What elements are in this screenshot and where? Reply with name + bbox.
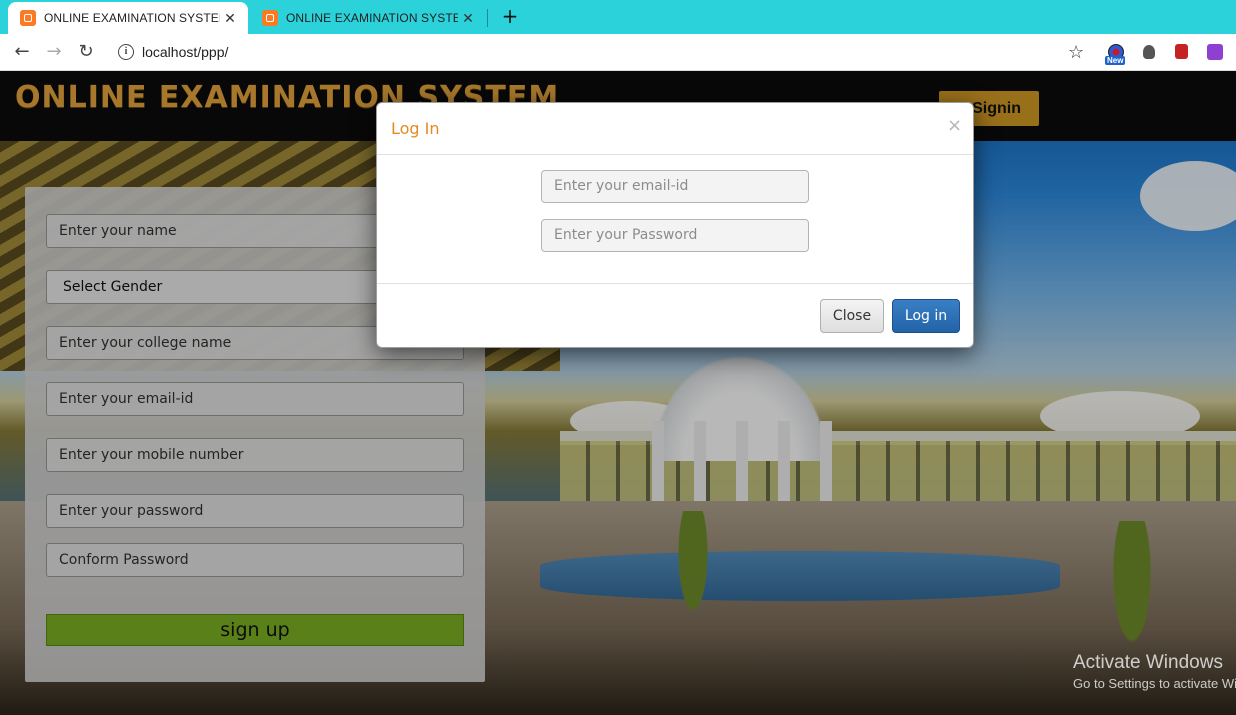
- modal-close-icon[interactable]: ×: [947, 115, 962, 136]
- browser-tab-active[interactable]: ONLINE EXAMINATION SYSTEM ✕: [8, 2, 248, 34]
- login-modal: Log In × Enter your email-id Enter your …: [376, 102, 974, 348]
- xampp-favicon-icon: [262, 10, 278, 26]
- xampp-favicon-icon: [20, 10, 36, 26]
- modal-title: Log In: [391, 119, 440, 138]
- browser-tab-inactive[interactable]: ONLINE EXAMINATION SYSTEM ✕: [250, 2, 486, 34]
- modal-divider: [377, 283, 973, 284]
- login-button[interactable]: Log in: [892, 299, 960, 333]
- tab-divider: [487, 9, 488, 27]
- bookmark-star-icon[interactable]: ☆: [1068, 42, 1084, 63]
- activate-windows-watermark: Activate Windows Go to Settings to activ…: [1073, 652, 1236, 691]
- close-button[interactable]: Close: [820, 299, 884, 333]
- extension-book-icon[interactable]: [1175, 44, 1188, 59]
- address-bar[interactable]: i localhost/ppp/: [108, 38, 1088, 66]
- browser-toolbar: ← → ↻ i localhost/ppp/ ☆ New: [0, 34, 1236, 71]
- tab-close-icon[interactable]: ✕: [220, 10, 240, 27]
- login-email-input[interactable]: Enter your email-id: [541, 170, 809, 203]
- site-info-icon[interactable]: i: [118, 44, 134, 60]
- browser-tab-bar: ONLINE EXAMINATION SYSTEM ✕ ONLINE EXAMI…: [0, 0, 1236, 34]
- modal-divider: [377, 154, 973, 155]
- extension-bulb-icon[interactable]: [1143, 45, 1155, 59]
- watermark-subtitle: Go to Settings to activate Windows.: [1073, 676, 1236, 691]
- extension-puzzle-icon[interactable]: [1207, 44, 1223, 60]
- tab-title: ONLINE EXAMINATION SYSTEM: [286, 11, 458, 25]
- forward-arrow-icon[interactable]: →: [42, 40, 66, 64]
- new-tab-button[interactable]: +: [498, 4, 522, 28]
- reload-icon[interactable]: ↻: [74, 40, 98, 64]
- back-arrow-icon[interactable]: ←: [10, 40, 34, 64]
- watermark-title: Activate Windows: [1073, 652, 1223, 673]
- url-text: localhost/ppp/: [142, 44, 229, 60]
- login-password-input[interactable]: Enter your Password: [541, 219, 809, 252]
- tab-close-icon[interactable]: ✕: [458, 10, 478, 27]
- extension-new-badge: New: [1105, 56, 1126, 65]
- tab-title: ONLINE EXAMINATION SYSTEM: [44, 11, 220, 25]
